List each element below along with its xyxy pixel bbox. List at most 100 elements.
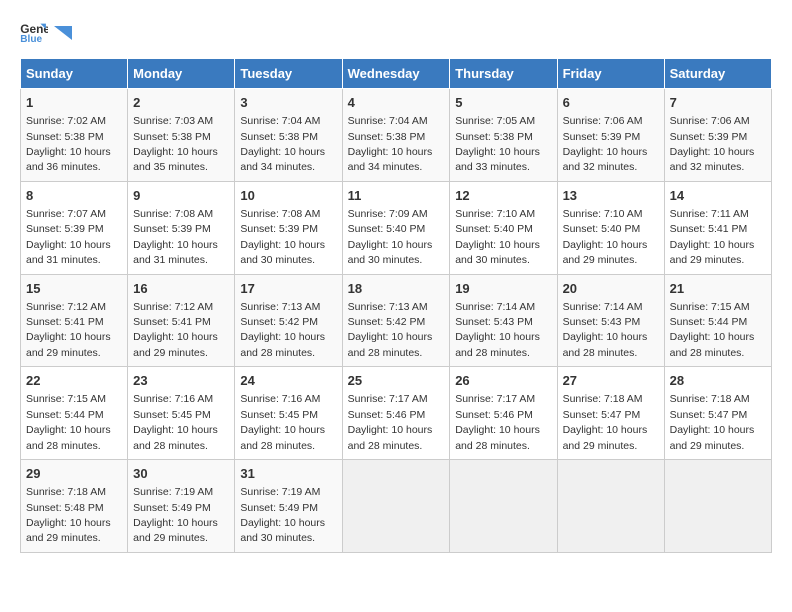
calendar-day-cell: 2 Sunrise: 7:03 AMSunset: 5:38 PMDayligh… <box>128 89 235 182</box>
day-number: 31 <box>240 465 336 483</box>
day-info: Sunrise: 7:11 AMSunset: 5:41 PMDaylight:… <box>670 208 755 266</box>
day-info: Sunrise: 7:19 AMSunset: 5:49 PMDaylight:… <box>240 486 325 544</box>
day-info: Sunrise: 7:18 AMSunset: 5:47 PMDaylight:… <box>670 393 755 451</box>
day-number: 26 <box>455 372 551 390</box>
day-info: Sunrise: 7:16 AMSunset: 5:45 PMDaylight:… <box>240 393 325 451</box>
calendar-table: SundayMondayTuesdayWednesdayThursdayFrid… <box>20 58 772 553</box>
day-number: 25 <box>348 372 445 390</box>
calendar-day-cell: 25 Sunrise: 7:17 AMSunset: 5:46 PMDaylig… <box>342 367 450 460</box>
calendar-day-cell: 7 Sunrise: 7:06 AMSunset: 5:39 PMDayligh… <box>664 89 771 182</box>
calendar-day-cell: 31 Sunrise: 7:19 AMSunset: 5:49 PMDaylig… <box>235 460 342 553</box>
calendar-day-cell: 4 Sunrise: 7:04 AMSunset: 5:38 PMDayligh… <box>342 89 450 182</box>
calendar-day-cell: 27 Sunrise: 7:18 AMSunset: 5:47 PMDaylig… <box>557 367 664 460</box>
calendar-day-cell: 20 Sunrise: 7:14 AMSunset: 5:43 PMDaylig… <box>557 274 664 367</box>
day-number: 7 <box>670 94 766 112</box>
day-number: 5 <box>455 94 551 112</box>
day-info: Sunrise: 7:07 AMSunset: 5:39 PMDaylight:… <box>26 208 111 266</box>
calendar-day-cell: 16 Sunrise: 7:12 AMSunset: 5:41 PMDaylig… <box>128 274 235 367</box>
day-info: Sunrise: 7:16 AMSunset: 5:45 PMDaylight:… <box>133 393 218 451</box>
day-number: 1 <box>26 94 122 112</box>
day-number: 3 <box>240 94 336 112</box>
calendar-day-cell: 28 Sunrise: 7:18 AMSunset: 5:47 PMDaylig… <box>664 367 771 460</box>
day-number: 11 <box>348 187 445 205</box>
day-number: 14 <box>670 187 766 205</box>
day-info: Sunrise: 7:08 AMSunset: 5:39 PMDaylight:… <box>240 208 325 266</box>
day-info: Sunrise: 7:17 AMSunset: 5:46 PMDaylight:… <box>455 393 540 451</box>
day-info: Sunrise: 7:06 AMSunset: 5:39 PMDaylight:… <box>670 115 755 173</box>
day-info: Sunrise: 7:17 AMSunset: 5:46 PMDaylight:… <box>348 393 433 451</box>
calendar-week-row: 1 Sunrise: 7:02 AMSunset: 5:38 PMDayligh… <box>21 89 772 182</box>
svg-text:Blue: Blue <box>20 34 42 42</box>
logo-icon: General Blue <box>20 20 48 42</box>
weekday-header-monday: Monday <box>128 59 235 89</box>
day-info: Sunrise: 7:18 AMSunset: 5:48 PMDaylight:… <box>26 486 111 544</box>
weekday-header-tuesday: Tuesday <box>235 59 342 89</box>
calendar-day-cell <box>557 460 664 553</box>
day-info: Sunrise: 7:04 AMSunset: 5:38 PMDaylight:… <box>348 115 433 173</box>
calendar-body: 1 Sunrise: 7:02 AMSunset: 5:38 PMDayligh… <box>21 89 772 553</box>
calendar-day-cell: 14 Sunrise: 7:11 AMSunset: 5:41 PMDaylig… <box>664 181 771 274</box>
calendar-header-row: SundayMondayTuesdayWednesdayThursdayFrid… <box>21 59 772 89</box>
calendar-day-cell: 21 Sunrise: 7:15 AMSunset: 5:44 PMDaylig… <box>664 274 771 367</box>
weekday-header-friday: Friday <box>557 59 664 89</box>
day-number: 9 <box>133 187 229 205</box>
day-number: 15 <box>26 280 122 298</box>
day-info: Sunrise: 7:06 AMSunset: 5:39 PMDaylight:… <box>563 115 648 173</box>
day-number: 13 <box>563 187 659 205</box>
day-info: Sunrise: 7:12 AMSunset: 5:41 PMDaylight:… <box>133 301 218 359</box>
day-number: 23 <box>133 372 229 390</box>
day-info: Sunrise: 7:12 AMSunset: 5:41 PMDaylight:… <box>26 301 111 359</box>
day-number: 19 <box>455 280 551 298</box>
day-number: 4 <box>348 94 445 112</box>
day-info: Sunrise: 7:19 AMSunset: 5:49 PMDaylight:… <box>133 486 218 544</box>
calendar-day-cell: 1 Sunrise: 7:02 AMSunset: 5:38 PMDayligh… <box>21 89 128 182</box>
calendar-day-cell: 6 Sunrise: 7:06 AMSunset: 5:39 PMDayligh… <box>557 89 664 182</box>
calendar-day-cell: 24 Sunrise: 7:16 AMSunset: 5:45 PMDaylig… <box>235 367 342 460</box>
calendar-day-cell: 29 Sunrise: 7:18 AMSunset: 5:48 PMDaylig… <box>21 460 128 553</box>
calendar-day-cell: 13 Sunrise: 7:10 AMSunset: 5:40 PMDaylig… <box>557 181 664 274</box>
page-header: General Blue <box>20 20 772 42</box>
calendar-day-cell: 17 Sunrise: 7:13 AMSunset: 5:42 PMDaylig… <box>235 274 342 367</box>
day-number: 20 <box>563 280 659 298</box>
weekday-header-saturday: Saturday <box>664 59 771 89</box>
calendar-day-cell: 9 Sunrise: 7:08 AMSunset: 5:39 PMDayligh… <box>128 181 235 274</box>
calendar-week-row: 29 Sunrise: 7:18 AMSunset: 5:48 PMDaylig… <box>21 460 772 553</box>
calendar-day-cell: 22 Sunrise: 7:15 AMSunset: 5:44 PMDaylig… <box>21 367 128 460</box>
calendar-day-cell: 8 Sunrise: 7:07 AMSunset: 5:39 PMDayligh… <box>21 181 128 274</box>
day-number: 22 <box>26 372 122 390</box>
weekday-header-sunday: Sunday <box>21 59 128 89</box>
weekday-header-wednesday: Wednesday <box>342 59 450 89</box>
day-number: 6 <box>563 94 659 112</box>
calendar-day-cell <box>342 460 450 553</box>
day-info: Sunrise: 7:10 AMSunset: 5:40 PMDaylight:… <box>563 208 648 266</box>
day-info: Sunrise: 7:03 AMSunset: 5:38 PMDaylight:… <box>133 115 218 173</box>
day-number: 17 <box>240 280 336 298</box>
calendar-day-cell: 11 Sunrise: 7:09 AMSunset: 5:40 PMDaylig… <box>342 181 450 274</box>
day-info: Sunrise: 7:15 AMSunset: 5:44 PMDaylight:… <box>26 393 111 451</box>
day-info: Sunrise: 7:02 AMSunset: 5:38 PMDaylight:… <box>26 115 111 173</box>
calendar-day-cell: 30 Sunrise: 7:19 AMSunset: 5:49 PMDaylig… <box>128 460 235 553</box>
day-info: Sunrise: 7:04 AMSunset: 5:38 PMDaylight:… <box>240 115 325 173</box>
day-number: 18 <box>348 280 445 298</box>
calendar-day-cell <box>450 460 557 553</box>
logo: General Blue <box>20 20 72 42</box>
calendar-day-cell: 18 Sunrise: 7:13 AMSunset: 5:42 PMDaylig… <box>342 274 450 367</box>
day-number: 29 <box>26 465 122 483</box>
calendar-day-cell: 5 Sunrise: 7:05 AMSunset: 5:38 PMDayligh… <box>450 89 557 182</box>
day-number: 24 <box>240 372 336 390</box>
day-info: Sunrise: 7:14 AMSunset: 5:43 PMDaylight:… <box>563 301 648 359</box>
day-number: 12 <box>455 187 551 205</box>
calendar-day-cell: 10 Sunrise: 7:08 AMSunset: 5:39 PMDaylig… <box>235 181 342 274</box>
day-info: Sunrise: 7:10 AMSunset: 5:40 PMDaylight:… <box>455 208 540 266</box>
day-info: Sunrise: 7:05 AMSunset: 5:38 PMDaylight:… <box>455 115 540 173</box>
calendar-day-cell: 19 Sunrise: 7:14 AMSunset: 5:43 PMDaylig… <box>450 274 557 367</box>
calendar-day-cell: 15 Sunrise: 7:12 AMSunset: 5:41 PMDaylig… <box>21 274 128 367</box>
day-number: 28 <box>670 372 766 390</box>
day-info: Sunrise: 7:13 AMSunset: 5:42 PMDaylight:… <box>348 301 433 359</box>
day-info: Sunrise: 7:14 AMSunset: 5:43 PMDaylight:… <box>455 301 540 359</box>
day-number: 8 <box>26 187 122 205</box>
day-info: Sunrise: 7:09 AMSunset: 5:40 PMDaylight:… <box>348 208 433 266</box>
calendar-day-cell: 23 Sunrise: 7:16 AMSunset: 5:45 PMDaylig… <box>128 367 235 460</box>
calendar-week-row: 8 Sunrise: 7:07 AMSunset: 5:39 PMDayligh… <box>21 181 772 274</box>
day-number: 2 <box>133 94 229 112</box>
